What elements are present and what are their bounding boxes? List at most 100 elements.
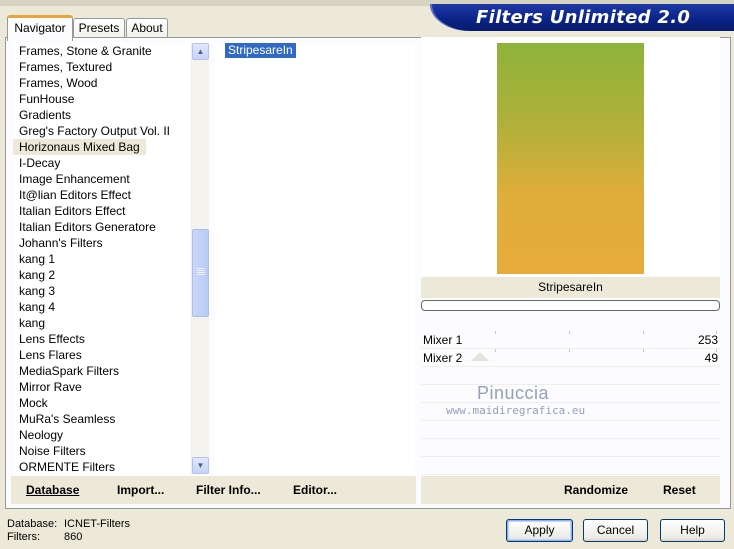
filter-category-label: FunHouse [19,92,75,106]
randomize-button[interactable]: Randomize [564,483,628,497]
filter-category-label: kang [19,316,46,330]
filters-count: 860 [64,531,83,543]
empty-param-row [421,385,720,403]
empty-param-row [421,421,720,439]
list-item[interactable]: Lens Flares [13,347,191,363]
effect-list[interactable]: StripesareIn [215,43,415,474]
filter-category-label: I-Decay [19,156,61,170]
list-item[interactable]: ORMENTE Filters [13,459,191,473]
effect-name-label: StripesareIn [421,277,720,298]
list-item[interactable]: kang 3 [13,283,191,299]
filter-category-label: Frames, Stone & Granite [19,44,152,58]
mixer-2-value: 49 [704,351,718,365]
filter-category-label: Lens Flares [19,348,82,362]
empty-param-row [421,367,720,385]
preview-area [421,37,720,275]
filter-category-label: Noise Filters [19,444,86,458]
reset-button[interactable]: Reset [663,483,696,497]
filter-category-label: It@lian Editors Effect [19,188,132,202]
parameter-area: Mixer 1 253 Mixer 2 49 [421,312,720,475]
filter-category-label: kang 1 [19,252,56,266]
empty-param-row [421,439,720,457]
scroll-up-button[interactable]: ▲ [192,43,209,60]
filter-category-label: Italian Editors Effect [19,204,126,218]
list-item[interactable]: It@lian Editors Effect [13,187,191,203]
filter-info-button[interactable]: Filter Info... [196,483,261,497]
filter-list-scrollbar[interactable]: ▲ ▼ [191,43,209,474]
list-item[interactable]: Image Enhancement [13,171,191,187]
list-item[interactable]: Greg's Factory Output Vol. II [13,123,191,139]
filter-category-label: Gradients [19,108,72,122]
list-item[interactable]: Frames, Stone & Granite [13,43,191,59]
banner-title: Filters Unlimited 2.0 [476,7,691,28]
filter-category-label: Horizonaus Mixed Bag [13,139,146,155]
mixer-1-label: Mixer 1 [423,333,463,347]
list-item[interactable]: Lens Effects [13,331,191,347]
list-item[interactable]: Gradients [13,107,191,123]
watermark-url: www.maidiregrafica.eu [446,404,586,417]
status-area: Database: ICNET-Filters Filters: 860 [7,518,130,544]
filter-category-label: Mirror Rave [19,380,82,394]
list-item[interactable]: FunHouse [13,91,191,107]
editor-button[interactable]: Editor... [293,483,337,497]
filter-category-label: Johann's Filters [19,236,103,250]
database-button[interactable]: Database [26,483,79,497]
filter-category-label: MuRa's Seamless [19,412,116,426]
list-item[interactable]: Horizonaus Mixed Bag [13,139,191,155]
list-item[interactable]: Mirror Rave [13,379,191,395]
list-item[interactable]: MuRa's Seamless [13,411,191,427]
filter-category-label: ORMENTE Filters [19,460,115,473]
cancel-button[interactable]: Cancel [583,519,648,542]
mixer-2-slider[interactable] [495,349,717,366]
list-item-effect[interactable]: StripesareIn [225,43,296,58]
filter-category-label: Frames, Wood [19,76,98,90]
list-item[interactable]: Italian Editors Effect [13,203,191,219]
apply-button[interactable]: Apply [506,519,573,542]
filter-category-label: Frames, Textured [19,60,113,74]
preview-button-bar: Randomize Reset [421,476,720,504]
list-item[interactable]: kang 4 [13,299,191,315]
import-button[interactable]: Import... [117,483,164,497]
list-item[interactable]: Mock [13,395,191,411]
database-label: Database: [7,518,58,530]
scroll-down-button[interactable]: ▼ [192,457,209,474]
list-item[interactable]: Noise Filters [13,443,191,459]
progress-bar [421,300,720,311]
list-item[interactable]: MediaSpark Filters [13,363,191,379]
mixer-1-slider[interactable] [495,331,717,348]
empty-param-row [421,457,720,475]
navigator-button-bar: Database Import... Filter Info... Editor… [11,476,416,504]
list-item[interactable]: Italian Editors Generatore [13,219,191,235]
list-item[interactable]: Johann's Filters [13,235,191,251]
scroll-thumb[interactable] [192,229,209,317]
filter-category-label: kang 2 [19,268,56,282]
filter-category-label: Greg's Factory Output Vol. II [19,124,171,138]
list-item[interactable]: Neology [13,427,191,443]
filter-category-label: MediaSpark Filters [19,364,120,378]
tab-presets[interactable]: Presets [73,18,125,38]
filter-category-list[interactable]: Frames, Stone & Granite Frames, Textured F… [13,43,191,473]
tab-navigator[interactable]: Navigator [7,15,73,41]
help-button[interactable]: Help [660,519,725,542]
grip-icon [197,268,205,276]
preview-image [497,43,644,274]
filter-category-label: Neology [19,428,64,442]
filter-category-label: Italian Editors Generatore [19,220,156,234]
tab-about[interactable]: About [126,18,168,38]
mixer-2-label: Mixer 2 [423,351,463,365]
filter-category-label: kang 4 [19,300,56,314]
list-item[interactable]: kang 1 [13,251,191,267]
title-banner: Filters Unlimited 2.0 [430,4,734,31]
mixer-1-value: 253 [697,333,718,347]
list-item[interactable]: Frames, Textured [13,59,191,75]
list-item[interactable]: I-Decay [13,155,191,171]
slider-pointer-icon [471,352,489,361]
list-item[interactable]: Frames, Wood [13,75,191,91]
database-value: ICNET-Filters [64,518,130,530]
filter-category-label: Mock [19,396,48,410]
list-item[interactable]: kang 2 [13,267,191,283]
mixer-1-row[interactable]: Mixer 1 253 [421,331,720,349]
list-item[interactable]: kang [13,315,191,331]
watermark-name: Pinuccia [477,383,550,403]
mixer-2-row[interactable]: Mixer 2 49 [421,349,720,367]
